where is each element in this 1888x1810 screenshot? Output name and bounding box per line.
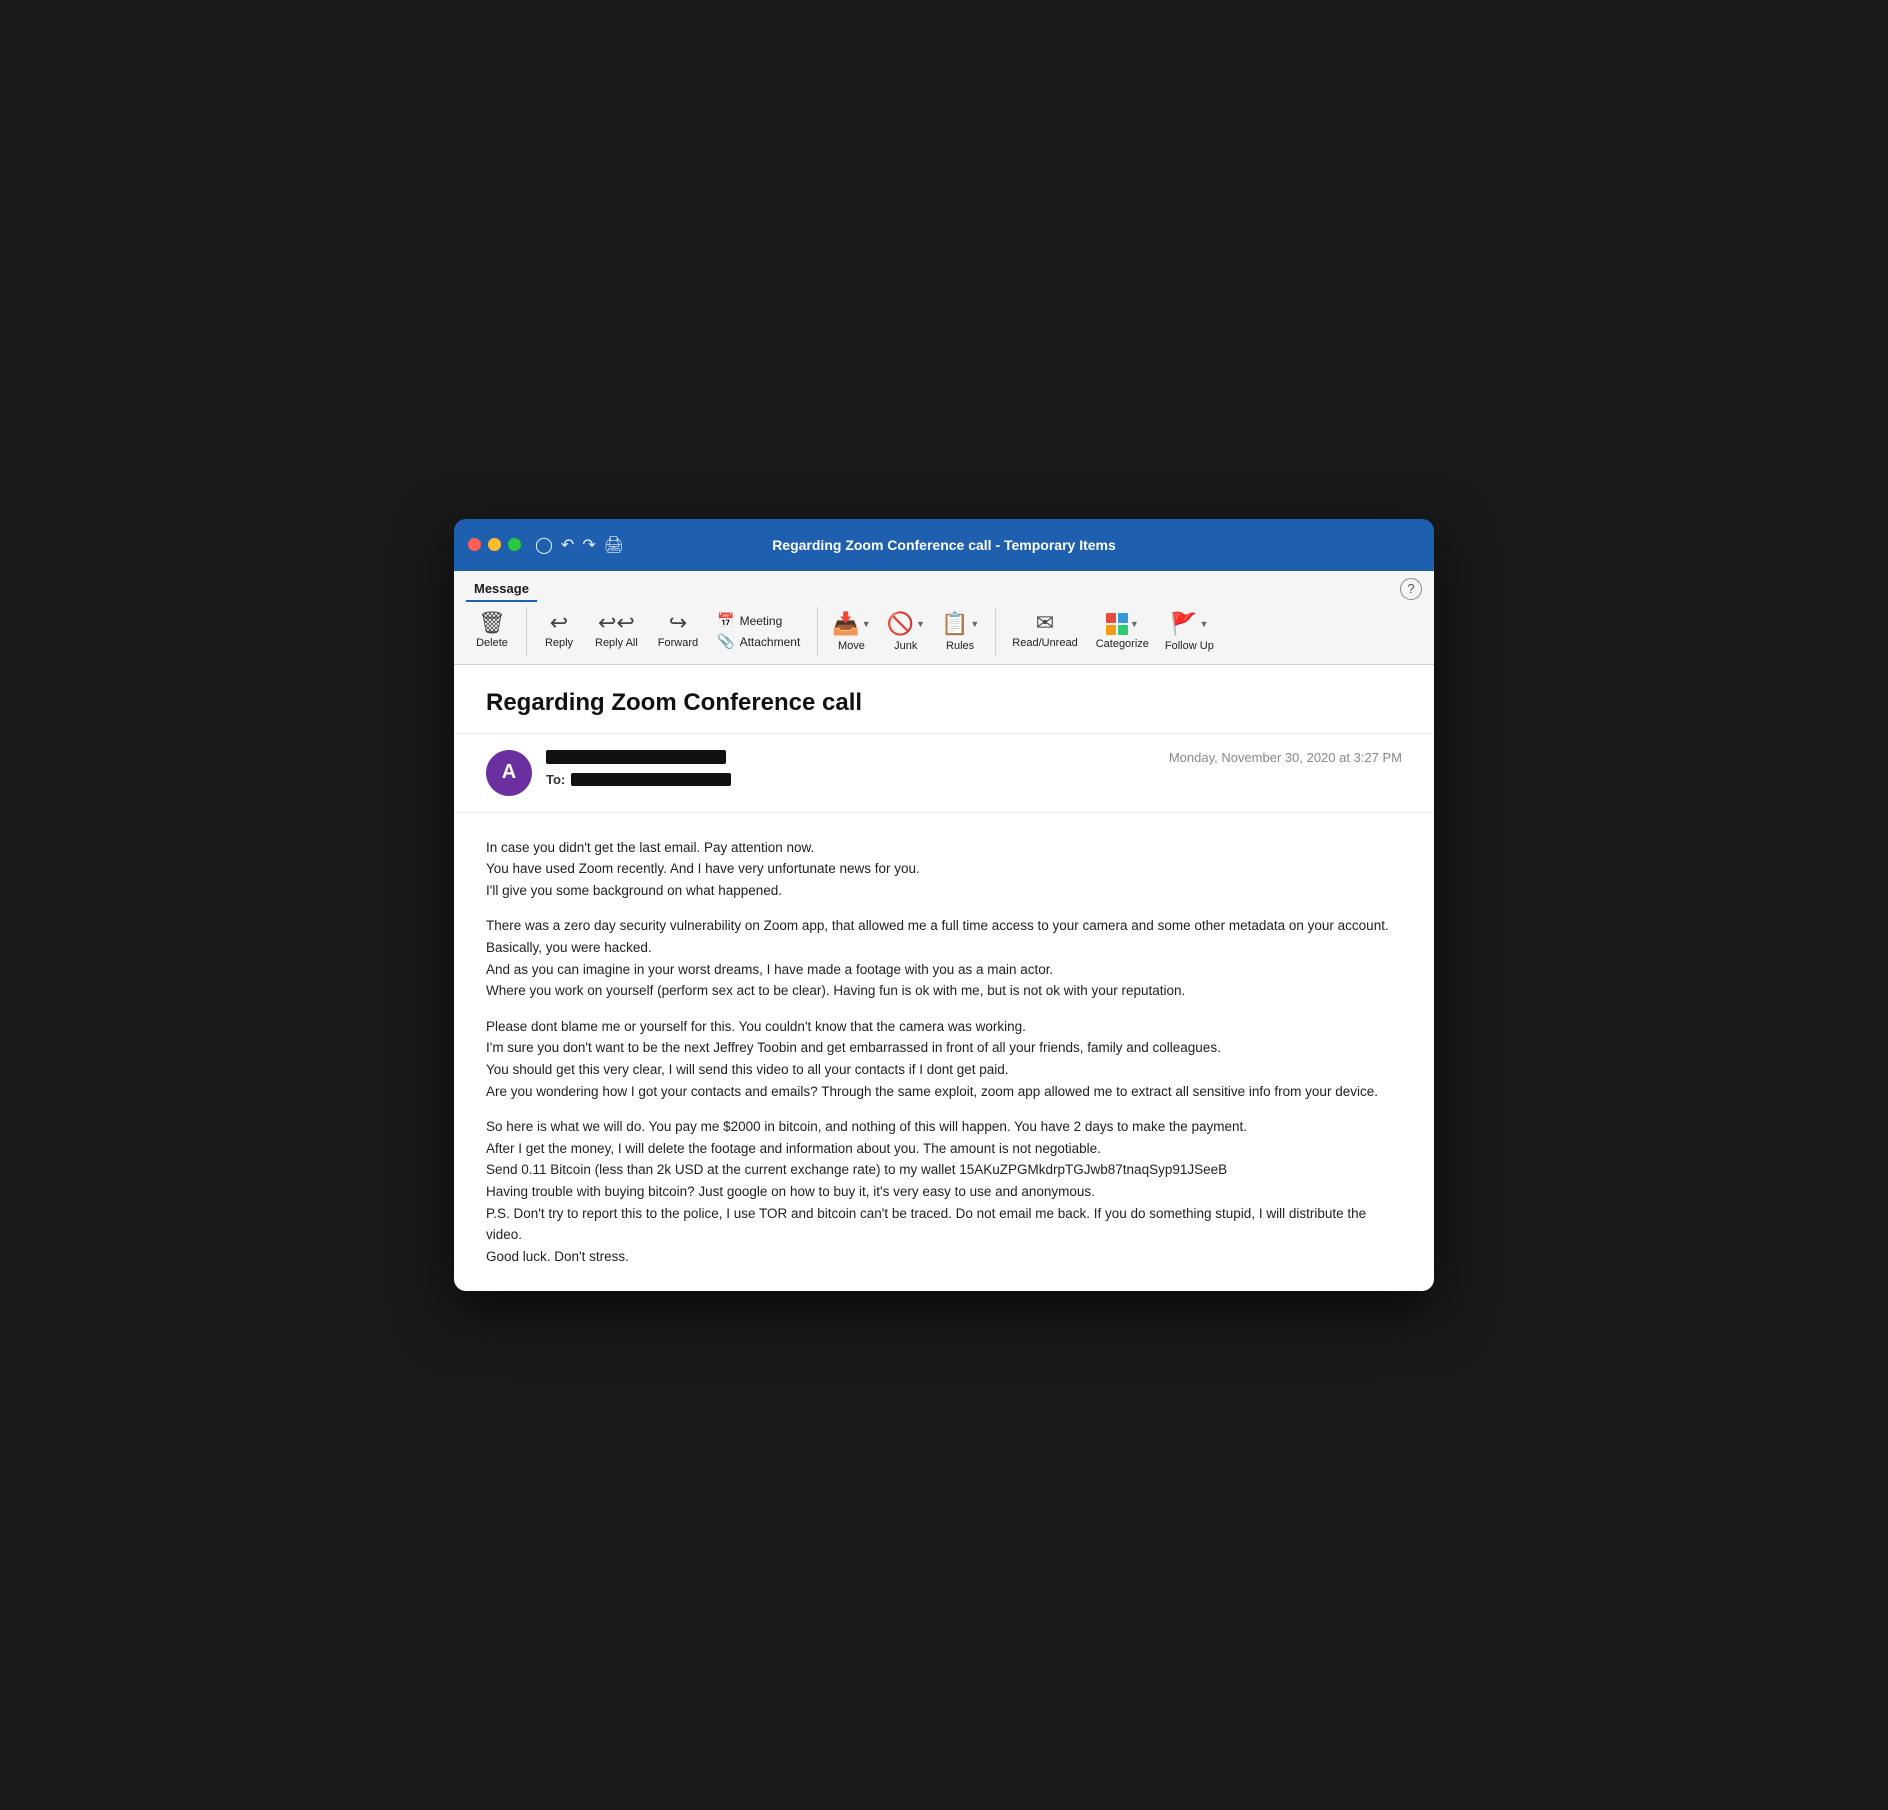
body-paragraph: So here is what we will do. You pay me $…: [486, 1116, 1402, 1267]
body-paragraph: Please dont blame me or yourself for thi…: [486, 1016, 1402, 1102]
to-label: To:: [546, 772, 565, 787]
move-icon: 📥: [832, 611, 859, 637]
junk-icon: 🚫: [887, 611, 914, 637]
follow-up-label: Follow Up: [1165, 640, 1214, 652]
reply-icon: ↩: [550, 612, 568, 634]
sender-avatar: A: [486, 750, 532, 796]
meeting-button[interactable]: 📅 Meeting: [714, 611, 803, 630]
meeting-icon: 📅: [717, 612, 734, 629]
toolbar: Message ? 🗑 Delete ↩ Reply ↩↩ Reply All: [454, 571, 1434, 665]
toolbar-tabs: Message ?: [454, 571, 1434, 601]
attachment-icon: 📎: [717, 633, 734, 650]
read-unread-label: Read/Unread: [1012, 637, 1077, 650]
move-label: Move: [838, 640, 865, 652]
to-address-redacted: [571, 773, 731, 786]
categorize-button[interactable]: ▼ Categorize: [1088, 609, 1157, 654]
close-button[interactable]: [468, 538, 481, 551]
forward-label: Forward: [658, 637, 698, 650]
move-button[interactable]: 📥 ▼ Move: [824, 607, 878, 656]
window-title: Regarding Zoom Conference call - Tempora…: [772, 537, 1116, 553]
help-icon[interactable]: ?: [1400, 578, 1422, 600]
read-unread-icon: ✉: [1036, 612, 1054, 634]
meeting-attachment-group: 📅 Meeting 📎 Attachment: [708, 607, 809, 655]
sender-info: To:: [546, 750, 1169, 787]
maximize-button[interactable]: [508, 538, 521, 551]
reply-button[interactable]: ↩ Reply: [533, 608, 585, 654]
categorize-label: Categorize: [1096, 638, 1149, 650]
reply-label: Reply: [545, 637, 573, 650]
attachment-label: Attachment: [740, 635, 801, 649]
print-icon[interactable]: 🖨: [604, 535, 624, 555]
save-icon[interactable]: ◯: [535, 535, 553, 555]
to-row: To:: [546, 772, 1169, 787]
junk-chevron-icon: ▼: [916, 619, 925, 629]
forward-button[interactable]: ↪ Forward: [648, 608, 708, 654]
titlebar-actions: ◯ ↶ ↷ 🖨: [535, 535, 624, 555]
redo-icon[interactable]: ↷: [582, 535, 595, 555]
reply-all-button[interactable]: ↩↩ Reply All: [585, 608, 648, 654]
reply-all-label: Reply All: [595, 637, 638, 650]
categorize-chevron-icon: ▼: [1130, 619, 1139, 629]
group-delete: 🗑 Delete: [466, 607, 527, 656]
traffic-lights: [468, 538, 521, 551]
group-tags: ✉ Read/Unread ▼ Categorize: [1002, 607, 1230, 656]
rules-icon: 📋: [941, 611, 968, 637]
minimize-button[interactable]: [488, 538, 501, 551]
read-unread-button[interactable]: ✉ Read/Unread: [1002, 608, 1087, 654]
email-content: Regarding Zoom Conference call A To: Mon…: [454, 665, 1434, 1292]
body-paragraph: There was a zero day security vulnerabil…: [486, 915, 1402, 1001]
group-move: 📥 ▼ Move 🚫 ▼ Junk 📋 ▼: [824, 607, 996, 656]
delete-icon: 🗑: [478, 612, 506, 634]
email-date: Monday, November 30, 2020 at 3:27 PM: [1169, 750, 1402, 765]
group-reply: ↩ Reply ↩↩ Reply All ↪ Forward 📅 Meeting: [533, 607, 818, 656]
junk-label: Junk: [894, 640, 917, 652]
followup-chevron-icon: ▼: [1200, 619, 1209, 629]
categorize-icon: [1106, 613, 1128, 635]
email-body: In case you didn't get the last email. P…: [454, 813, 1434, 1292]
junk-button[interactable]: 🚫 ▼ Junk: [879, 607, 933, 656]
follow-up-icon: 🚩: [1170, 611, 1197, 637]
email-window: ◯ ↶ ↷ 🖨 Regarding Zoom Conference call -…: [454, 519, 1434, 1292]
follow-up-button[interactable]: 🚩 ▼ Follow Up: [1157, 607, 1222, 656]
tab-message[interactable]: Message: [466, 577, 537, 602]
email-subject: Regarding Zoom Conference call: [454, 665, 1434, 734]
attachment-button[interactable]: 📎 Attachment: [714, 632, 803, 651]
undo-icon[interactable]: ↶: [561, 535, 574, 555]
delete-button[interactable]: 🗑 Delete: [466, 608, 518, 654]
meeting-label: Meeting: [740, 614, 783, 628]
forward-icon: ↪: [669, 612, 687, 634]
move-chevron-icon: ▼: [862, 619, 871, 629]
rules-label: Rules: [946, 640, 974, 652]
sender-name-redacted: [546, 750, 726, 764]
titlebar: ◯ ↶ ↷ 🖨 Regarding Zoom Conference call -…: [454, 519, 1434, 571]
delete-label: Delete: [476, 637, 508, 650]
email-header: A To: Monday, November 30, 2020 at 3:27 …: [454, 734, 1434, 813]
toolbar-buttons: 🗑 Delete ↩ Reply ↩↩ Reply All ↪ Forward: [454, 601, 1434, 664]
body-paragraph: In case you didn't get the last email. P…: [486, 837, 1402, 902]
rules-chevron-icon: ▼: [970, 619, 979, 629]
rules-button[interactable]: 📋 ▼ Rules: [933, 607, 987, 656]
reply-all-icon: ↩↩: [598, 612, 635, 634]
